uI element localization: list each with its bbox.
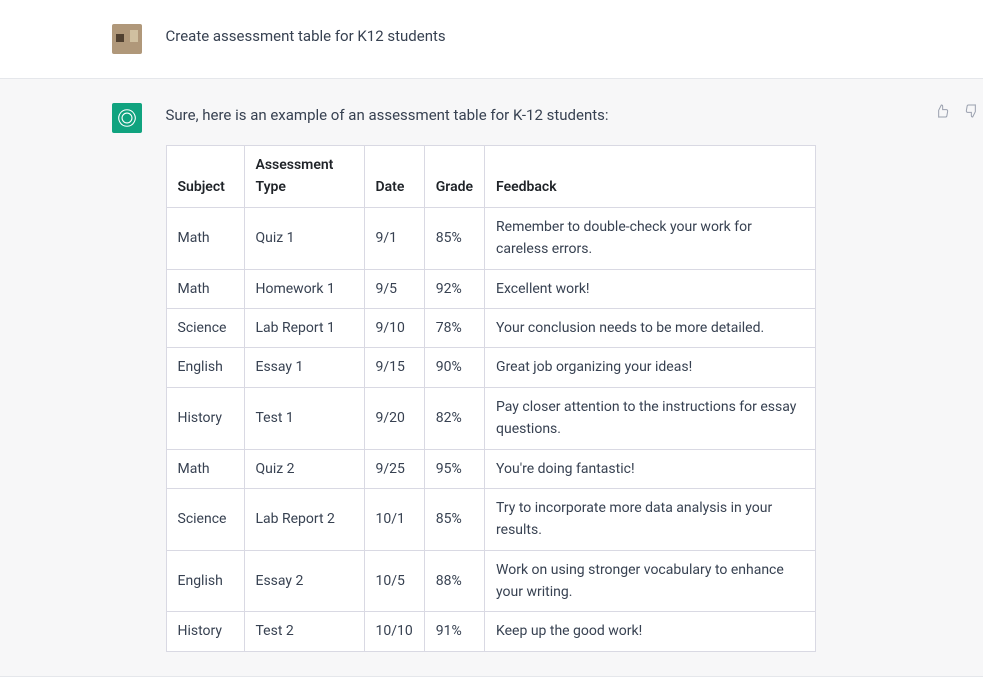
cell-subject: History (166, 612, 244, 651)
assessment-table-body: MathQuiz 19/185%Remember to double-check… (166, 207, 815, 651)
cell-type: Homework 1 (244, 269, 364, 308)
cell-grade: 78% (424, 308, 484, 347)
chat-container: Create assessment table for K12 students (0, 0, 983, 677)
cell-type: Lab Report 2 (244, 488, 364, 550)
cell-feedback: You're doing fantastic! (485, 449, 815, 488)
openai-logo-icon (116, 107, 138, 129)
cell-grade: 85% (424, 488, 484, 550)
cell-type: Lab Report 1 (244, 308, 364, 347)
thumbs-down-button[interactable] (962, 103, 982, 123)
cell-date: 9/5 (364, 269, 424, 308)
table-row: HistoryTest 19/2082%Pay closer attention… (166, 387, 815, 449)
table-row: EnglishEssay 19/1590%Great job organizin… (166, 348, 815, 387)
cell-type: Quiz 2 (244, 449, 364, 488)
cell-date: 9/1 (364, 207, 424, 269)
cell-subject: History (166, 387, 244, 449)
cell-type: Test 1 (244, 387, 364, 449)
cell-subject: Math (166, 207, 244, 269)
table-row: MathHomework 19/592%Excellent work! (166, 269, 815, 308)
cell-feedback: Remember to double-check your work for c… (485, 207, 815, 269)
table-header-row: Subject Assessment Type Date Grade Feedb… (166, 146, 815, 208)
feedback-controls (932, 103, 982, 123)
table-row: MathQuiz 29/2595%You're doing fantastic! (166, 449, 815, 488)
cell-feedback: Work on using stronger vocabulary to enh… (485, 550, 815, 612)
assessment-table: Subject Assessment Type Date Grade Feedb… (166, 145, 816, 652)
col-header-subject: Subject (166, 146, 244, 208)
user-message-row: Create assessment table for K12 students (0, 0, 983, 79)
cell-grade: 95% (424, 449, 484, 488)
table-row: EnglishEssay 210/588%Work on using stron… (166, 550, 815, 612)
cell-grade: 91% (424, 612, 484, 651)
cell-type: Test 2 (244, 612, 364, 651)
cell-subject: Math (166, 269, 244, 308)
cell-subject: Math (166, 449, 244, 488)
cell-date: 9/10 (364, 308, 424, 347)
cell-feedback: Excellent work! (485, 269, 815, 308)
cell-type: Essay 2 (244, 550, 364, 612)
thumbs-down-icon (964, 103, 980, 123)
cell-grade: 85% (424, 207, 484, 269)
cell-type: Quiz 1 (244, 207, 364, 269)
cell-date: 10/1 (364, 488, 424, 550)
cell-feedback: Pay closer attention to the instructions… (485, 387, 815, 449)
cell-grade: 92% (424, 269, 484, 308)
user-avatar (112, 24, 142, 54)
user-message-text: Create assessment table for K12 students (166, 24, 848, 48)
cell-date: 9/15 (364, 348, 424, 387)
cell-date: 10/5 (364, 550, 424, 612)
cell-type: Essay 1 (244, 348, 364, 387)
thumbs-up-icon (934, 103, 950, 123)
col-header-feedback: Feedback (485, 146, 815, 208)
cell-subject: Science (166, 488, 244, 550)
assistant-avatar (112, 103, 142, 133)
cell-subject: Science (166, 308, 244, 347)
cell-feedback: Great job organizing your ideas! (485, 348, 815, 387)
cell-grade: 88% (424, 550, 484, 612)
cell-subject: English (166, 348, 244, 387)
cell-feedback: Your conclusion needs to be more detaile… (485, 308, 815, 347)
cell-date: 9/20 (364, 387, 424, 449)
col-header-type: Assessment Type (244, 146, 364, 208)
cell-subject: English (166, 550, 244, 612)
table-row: ScienceLab Report 19/1078%Your conclusio… (166, 308, 815, 347)
cell-feedback: Try to incorporate more data analysis in… (485, 488, 815, 550)
thumbs-up-button[interactable] (932, 103, 952, 123)
table-row: HistoryTest 210/1091%Keep up the good wo… (166, 612, 815, 651)
table-row: ScienceLab Report 210/185%Try to incorpo… (166, 488, 815, 550)
cell-grade: 90% (424, 348, 484, 387)
col-header-grade: Grade (424, 146, 484, 208)
cell-feedback: Keep up the good work! (485, 612, 815, 651)
cell-date: 9/25 (364, 449, 424, 488)
col-header-date: Date (364, 146, 424, 208)
cell-grade: 82% (424, 387, 484, 449)
cell-date: 10/10 (364, 612, 424, 651)
table-row: MathQuiz 19/185%Remember to double-check… (166, 207, 815, 269)
assistant-intro-text: Sure, here is an example of an assessmen… (166, 103, 848, 127)
assistant-message-row: Sure, here is an example of an assessmen… (0, 79, 983, 677)
